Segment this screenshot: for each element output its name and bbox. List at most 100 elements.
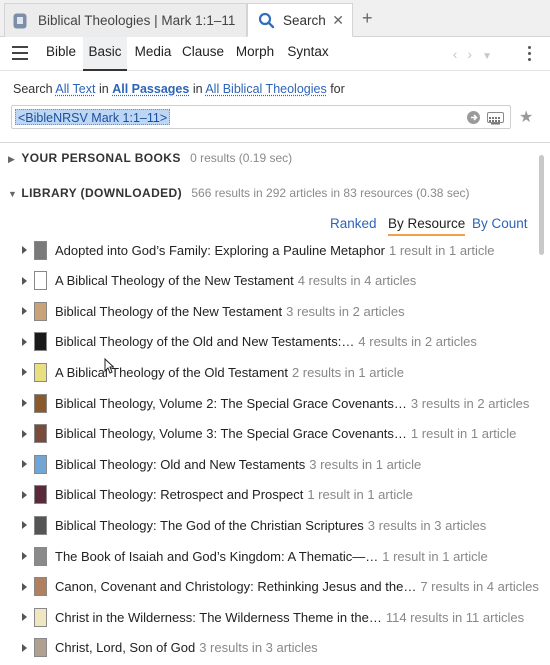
- result-row[interactable]: Biblical Theology of the Old and New Tes…: [0, 327, 536, 357]
- result-row[interactable]: Biblical Theology of the New Testament 3 …: [0, 296, 536, 326]
- tab-media[interactable]: Media: [130, 37, 176, 71]
- expand-icon[interactable]: [22, 643, 27, 652]
- result-title[interactable]: Biblical Theology of the New Testament: [55, 304, 282, 319]
- result-title[interactable]: Canon, Covenant and Christology: Rethink…: [55, 579, 416, 594]
- search-prefix: Search: [13, 82, 53, 96]
- tab-biblical-theologies[interactable]: Biblical Theologies | Mark 1:1–11: [4, 3, 247, 37]
- expand-icon[interactable]: [22, 613, 27, 622]
- in-text: in: [98, 82, 109, 96]
- result-row[interactable]: Adopted into God’s Family: Exploring a P…: [0, 235, 536, 265]
- expand-icon[interactable]: ▶: [8, 154, 18, 165]
- query-text[interactable]: <BibleNRSV Mark 1:1–11>: [15, 109, 171, 125]
- sort-by-resource[interactable]: By Resource: [388, 216, 466, 236]
- result-title[interactable]: Christ in the Wilderness: The Wilderness…: [55, 610, 382, 625]
- expand-icon[interactable]: [22, 460, 27, 469]
- result-title[interactable]: Biblical Theology: Retrospect and Prospe…: [55, 487, 303, 502]
- result-title[interactable]: Biblical Theology: Old and New Testament…: [55, 457, 305, 472]
- close-icon[interactable]: ✕: [332, 12, 344, 29]
- search-scope-line: Search All Text in All Passages in All B…: [13, 82, 345, 96]
- result-title[interactable]: Biblical Theology of the Old and New Tes…: [55, 334, 354, 349]
- result-title[interactable]: The Book of Isaiah and God’s Kingdom: A …: [55, 549, 378, 564]
- result-row[interactable]: Christ, Lord, Son of God 3 results in 3 a…: [0, 633, 536, 663]
- result-count: 2 results in 1 article: [291, 364, 404, 380]
- passages-link[interactable]: All Passages: [112, 82, 189, 96]
- expand-icon[interactable]: [22, 307, 27, 316]
- divider: [0, 142, 550, 143]
- result-count: 4 results in 4 articles: [297, 273, 417, 289]
- back-icon[interactable]: ‹: [453, 46, 468, 62]
- go-icon[interactable]: [467, 111, 480, 124]
- expand-icon[interactable]: [22, 429, 27, 438]
- menu-icon[interactable]: [12, 46, 28, 60]
- keyboard-icon[interactable]: [487, 112, 504, 125]
- book-cover-icon: [34, 454, 47, 474]
- tab-syntax[interactable]: Syntax: [283, 37, 333, 71]
- collapse-icon[interactable]: ▼: [8, 189, 18, 199]
- book-cover-icon: [34, 393, 47, 413]
- sort-by-count[interactable]: By Count: [472, 216, 528, 231]
- result-row[interactable]: Biblical Theology, Volume 3: The Special…: [0, 419, 536, 449]
- result-title[interactable]: A Biblical Theology of the Old Testament: [55, 365, 288, 380]
- expand-icon[interactable]: [22, 399, 27, 407]
- expand-icon[interactable]: [22, 276, 27, 285]
- book-cover-icon: [34, 240, 47, 260]
- section-personal-books[interactable]: ▶ YOUR PERSONAL BOOKS 0 results (0.19 se…: [8, 151, 292, 165]
- result-label: Biblical Theology: Retrospect and Prospe…: [55, 487, 413, 502]
- result-title[interactable]: Biblical Theology, Volume 2: The Special…: [55, 396, 407, 411]
- expand-icon[interactable]: [22, 582, 27, 591]
- result-row[interactable]: A Biblical Theology of the Old Testament…: [0, 357, 536, 387]
- scope-link[interactable]: All Text: [55, 82, 95, 96]
- result-title[interactable]: Biblical Theology: The God of the Christ…: [55, 518, 364, 533]
- star-icon[interactable]: ★: [519, 107, 533, 127]
- sort-ranked[interactable]: Ranked: [330, 216, 377, 231]
- result-label: Adopted into God’s Family: Exploring a P…: [55, 243, 495, 258]
- result-title[interactable]: Adopted into God’s Family: Exploring a P…: [55, 243, 385, 258]
- result-row[interactable]: A Biblical Theology of the New Testament…: [0, 266, 536, 296]
- result-row[interactable]: The Book of Isaiah and God’s Kingdom: A …: [0, 541, 536, 571]
- expand-icon[interactable]: [22, 552, 27, 560]
- book-cover-icon: [34, 362, 47, 382]
- result-title[interactable]: Biblical Theology, Volume 3: The Special…: [55, 426, 407, 441]
- result-label: Biblical Theology of the Old and New Tes…: [55, 334, 477, 349]
- book-cover-icon: [34, 577, 47, 597]
- in-text: in: [192, 82, 203, 96]
- expand-icon[interactable]: [22, 368, 27, 377]
- collection-link[interactable]: All Biblical Theologies: [205, 82, 326, 96]
- search-input[interactable]: <BibleNRSV Mark 1:1–11>: [11, 105, 511, 129]
- expand-icon[interactable]: [22, 521, 27, 530]
- chevron-down-icon[interactable]: ▼: [482, 51, 502, 62]
- scroll-thumb[interactable]: [539, 155, 544, 255]
- book-cover-icon: [34, 301, 47, 321]
- book-cover-icon: [34, 638, 47, 658]
- tab-search[interactable]: Search ✕: [247, 3, 353, 37]
- expand-icon[interactable]: [22, 490, 27, 499]
- new-tab-button[interactable]: +: [362, 8, 373, 29]
- expand-icon[interactable]: [22, 337, 27, 346]
- result-row[interactable]: Biblical Theology, Volume 2: The Special…: [0, 388, 536, 418]
- more-options-icon[interactable]: [528, 46, 532, 64]
- result-title[interactable]: Christ, Lord, Son of God: [55, 640, 195, 655]
- expand-icon[interactable]: [22, 246, 27, 254]
- tab-basic[interactable]: Basic: [83, 37, 127, 71]
- book-cover-icon: [34, 271, 47, 291]
- tab-bible[interactable]: Bible: [39, 37, 83, 71]
- result-row[interactable]: Canon, Covenant and Christology: Rethink…: [0, 572, 539, 602]
- result-title[interactable]: A Biblical Theology of the New Testament: [55, 273, 294, 288]
- book-cover-icon: [34, 515, 47, 535]
- result-row[interactable]: Biblical Theology: The God of the Christ…: [0, 510, 536, 540]
- history-nav[interactable]: ‹›▼: [453, 46, 502, 62]
- result-row[interactable]: Biblical Theology: Retrospect and Prospe…: [0, 480, 536, 510]
- scrollbar[interactable]: [538, 150, 545, 660]
- result-row[interactable]: Christ in the Wilderness: The Wilderness…: [0, 602, 536, 632]
- result-count: 114 results in 11 articles: [385, 609, 525, 625]
- result-count: 3 results in 3 articles: [199, 640, 318, 656]
- result-row[interactable]: Biblical Theology: Old and New Testament…: [0, 449, 536, 479]
- section-library[interactable]: ▼ LIBRARY (DOWNLOADED) 566 results in 29…: [8, 186, 469, 200]
- tab-strip: Biblical Theologies | Mark 1:1–11 Search…: [0, 0, 550, 37]
- tab-morph[interactable]: Morph: [230, 37, 280, 71]
- result-label: Christ, Lord, Son of God 3 results in 3 a…: [55, 640, 318, 655]
- book-cover-icon: [34, 607, 47, 627]
- result-count: 4 results in 2 articles: [358, 334, 477, 350]
- forward-icon[interactable]: ›: [467, 46, 482, 62]
- tab-clause[interactable]: Clause: [180, 37, 226, 71]
